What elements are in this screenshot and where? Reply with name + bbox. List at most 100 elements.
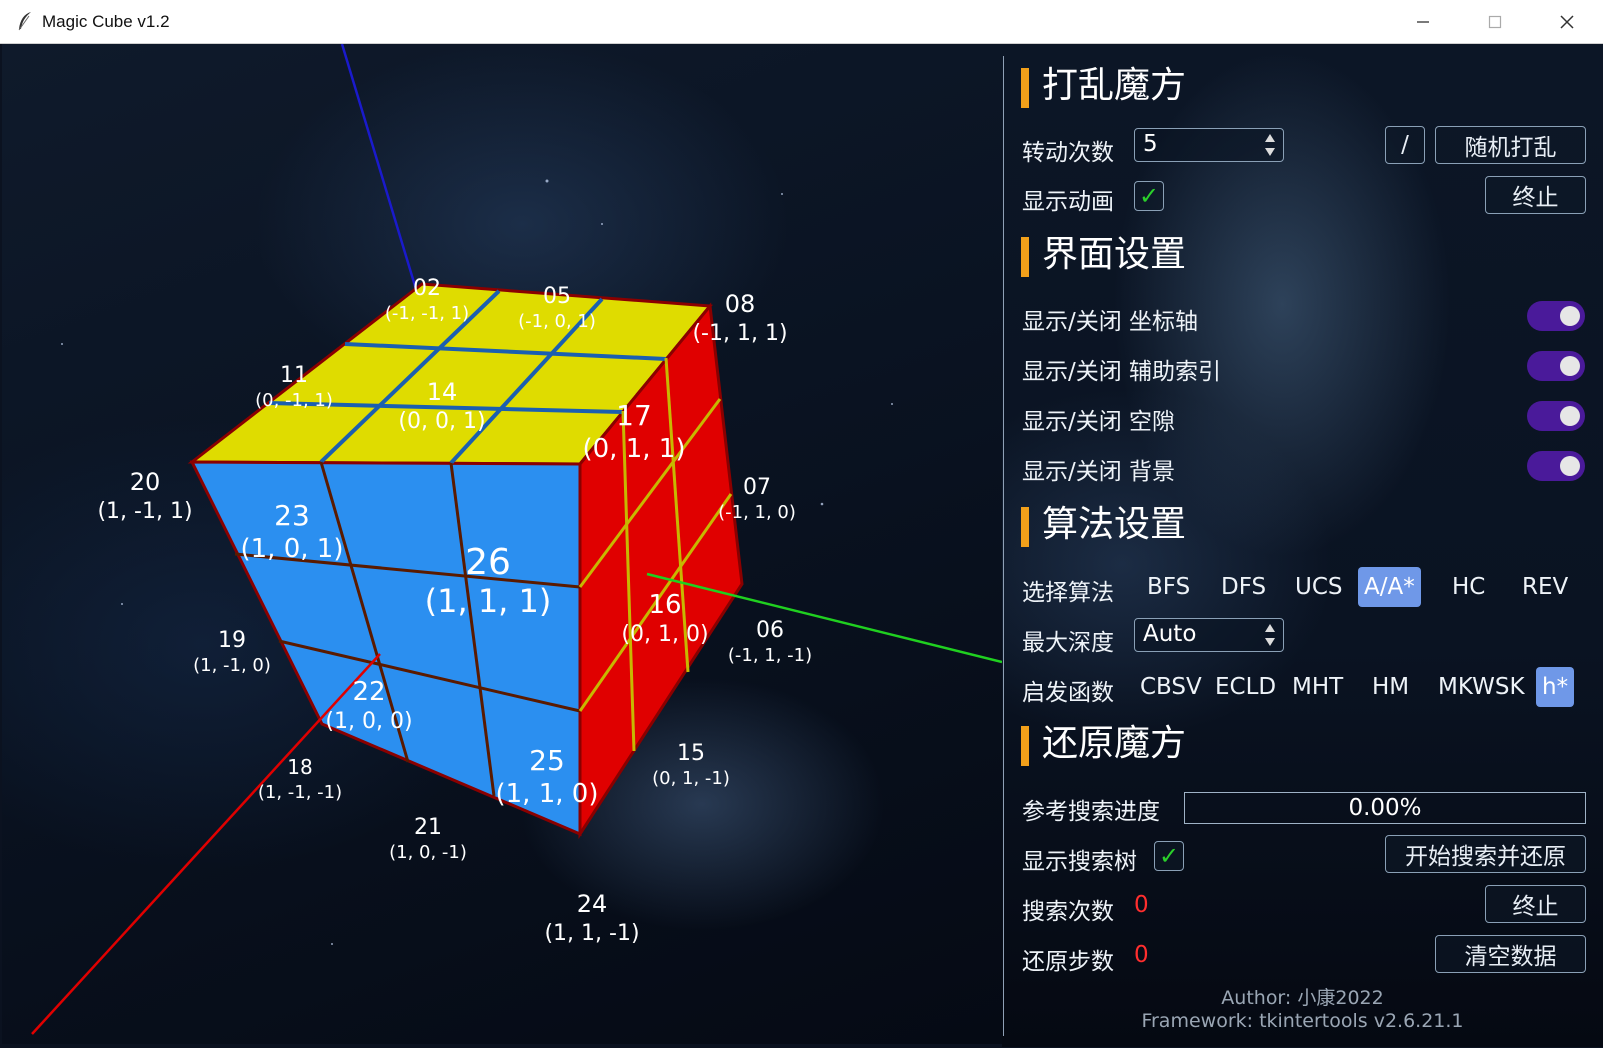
- cube-index-coord: (-1, 1, 0): [718, 502, 796, 523]
- max-depth-label: 最大深度: [1022, 630, 1114, 656]
- close-icon: [1560, 15, 1574, 29]
- cube-index-coord: (-1, 1, 1): [692, 321, 787, 346]
- start-search-button[interactable]: 开始搜索并还原: [1385, 835, 1586, 873]
- minimize-button[interactable]: [1388, 0, 1458, 44]
- turns-label: 转动次数: [1022, 140, 1114, 166]
- cube-index-coord: (1, 1, 0): [496, 779, 599, 809]
- maximize-button[interactable]: [1460, 0, 1530, 44]
- cube-index-id: 05: [543, 284, 571, 309]
- heuristic-option-mht[interactable]: MHT: [1286, 667, 1349, 707]
- spin-arrows-icon[interactable]: [1263, 621, 1277, 649]
- cube-canvas[interactable]: 02 (-1, -1, 1) 05 (-1, 0, 1) 08 (-1, 1, 1) 11(…: [2, 43, 1003, 1044]
- toggle-index-switch[interactable]: [1527, 351, 1585, 381]
- cube-index-id: 26: [465, 542, 511, 583]
- cube-index-id: 24: [577, 890, 608, 918]
- cube-index-id: 21: [414, 815, 442, 840]
- toggle-axis-label: 显示/关闭 坐标轴: [1022, 309, 1199, 335]
- cube-index-id: 07: [743, 475, 771, 500]
- cube-index-coord: (1, -1, 0): [193, 655, 271, 676]
- interface-title: 界面设置: [1042, 234, 1187, 275]
- cube-index-coord: (1, -1, 1): [97, 499, 192, 524]
- cube-index-id: 20: [130, 468, 161, 496]
- app-window: Magic Cube v1.2 02 (-1, -1, 1) 05 (-1, 0…: [0, 0, 1603, 1047]
- cube-index-coord: (1, 0, 0): [325, 709, 412, 734]
- slash-button[interactable]: /: [1385, 126, 1425, 164]
- checkmark-icon: ✓: [1158, 842, 1180, 870]
- scramble-stop-button[interactable]: 终止: [1485, 176, 1586, 214]
- cube-index-id: 16: [648, 590, 681, 620]
- restore-title: 还原魔方: [1042, 723, 1187, 764]
- cube-index-coord: (1, 1, -1): [544, 921, 639, 946]
- panel-divider: [1003, 56, 1004, 1036]
- heuristic-option-hm[interactable]: HM: [1366, 667, 1415, 707]
- toggle-knob: [1560, 306, 1580, 326]
- restore-steps-label: 还原步数: [1022, 949, 1114, 975]
- heuristic-option-mkwsk[interactable]: MKWSK: [1432, 667, 1531, 707]
- algo-option-astar[interactable]: A/A*: [1358, 567, 1421, 607]
- algo-option-hc[interactable]: HC: [1446, 567, 1491, 607]
- cube-index-id: 06: [756, 618, 784, 643]
- feather-icon: [18, 12, 31, 31]
- cube-index-coord: (1, 0, -1): [389, 842, 467, 863]
- search-progress-label: 参考搜索进度: [1022, 799, 1160, 825]
- heuristic-label: 启发函数: [1022, 680, 1114, 706]
- heuristic-option-cbsv[interactable]: CBSV: [1134, 667, 1208, 707]
- restore-steps-value: 0: [1134, 942, 1149, 968]
- cube-index-id: 14: [427, 378, 458, 406]
- progress-text: 0.00%: [1348, 795, 1422, 821]
- heuristic-option-hstar[interactable]: h*: [1536, 667, 1575, 707]
- cube-index-id: 15: [677, 741, 705, 766]
- cube-index-id: 22: [352, 677, 385, 707]
- maximize-icon: [1488, 15, 1502, 29]
- cube-index-coord: (0, 1, 1): [583, 434, 686, 464]
- show-tree-label: 显示搜索树: [1022, 849, 1137, 875]
- spin-arrows-icon[interactable]: [1263, 131, 1277, 159]
- algo-option-dfs[interactable]: DFS: [1215, 567, 1272, 607]
- cube-index-coord: (0, 0, 1): [398, 409, 485, 434]
- cube-index-id: 02: [413, 276, 441, 301]
- cube-index-id: 25: [529, 744, 565, 777]
- toggle-gap-label: 显示/关闭 空隙: [1022, 409, 1176, 435]
- cube-index-coord: (-1, 1, -1): [728, 645, 812, 666]
- algorithm-title: 算法设置: [1042, 504, 1187, 545]
- cube-index-id: 11: [280, 363, 308, 388]
- clear-data-button[interactable]: 清空数据: [1435, 935, 1586, 973]
- close-button[interactable]: [1532, 0, 1602, 44]
- animation-checkbox[interactable]: ✓: [1134, 181, 1164, 211]
- scramble-title: 打乱魔方: [1042, 65, 1187, 106]
- cube-index-id: 17: [616, 399, 652, 432]
- cube-index-coord: (1, -1, -1): [258, 782, 342, 803]
- scramble-accent-bar: [1021, 68, 1029, 108]
- heuristic-option-ecld[interactable]: ECLD: [1209, 667, 1282, 707]
- show-tree-checkbox[interactable]: ✓: [1154, 841, 1184, 871]
- interface-accent-bar: [1021, 237, 1029, 277]
- random-scramble-button[interactable]: 随机打乱: [1435, 126, 1586, 164]
- algo-option-rev[interactable]: REV: [1516, 567, 1574, 607]
- animation-label: 显示动画: [1022, 189, 1114, 215]
- algo-option-bfs[interactable]: BFS: [1141, 567, 1196, 607]
- toggle-gap-switch[interactable]: [1527, 401, 1585, 431]
- window-title: Magic Cube v1.2: [42, 12, 170, 31]
- max-depth-spinbox[interactable]: Auto: [1134, 618, 1284, 652]
- cube-index-id: 19: [218, 628, 246, 653]
- cube-index-coord: (-1, 0, 1): [518, 311, 596, 332]
- toggle-background-switch[interactable]: [1527, 451, 1585, 481]
- search-progress-bar: 0.00%: [1184, 792, 1586, 824]
- cube-index-coord: (-1, -1, 1): [385, 303, 469, 324]
- cube-index-coord: (0, -1, 1): [255, 390, 333, 411]
- toggle-background-label: 显示/关闭 背景: [1022, 459, 1176, 485]
- cube-index-coord: (1, 0, 1): [241, 534, 344, 564]
- toggle-axis-switch[interactable]: [1527, 301, 1585, 331]
- restore-stop-button[interactable]: 终止: [1485, 885, 1586, 923]
- toggle-knob: [1560, 406, 1580, 426]
- cube-index-coord: (0, 1, -1): [652, 768, 730, 789]
- turns-spinbox[interactable]: 5: [1134, 128, 1284, 162]
- select-algorithm-label: 选择算法: [1022, 580, 1114, 606]
- cube-index-id: 23: [274, 499, 310, 532]
- cube-index-coord: (0, 1, 0): [621, 622, 708, 647]
- cube-scene[interactable]: 02(-1, -1, 1)05(-1, 0, 1)08(-1, 1, 1)11(…: [2, 43, 1003, 1044]
- toggle-knob: [1560, 356, 1580, 376]
- max-depth-value: Auto: [1143, 621, 1197, 647]
- algo-option-ucs[interactable]: UCS: [1289, 567, 1349, 607]
- checkmark-icon: ✓: [1138, 182, 1160, 210]
